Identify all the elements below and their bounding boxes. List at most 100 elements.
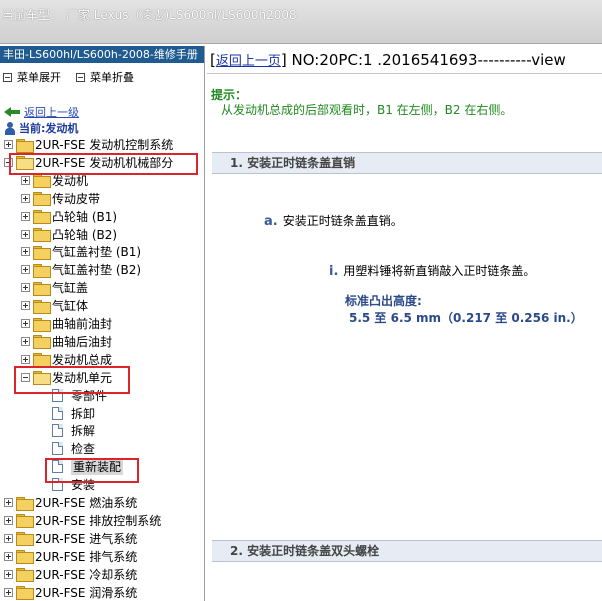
tree-item-label[interactable]: 2UR-FSE 冷却系统	[35, 566, 137, 583]
step-a: a. 安装正时链条盖直销。	[264, 212, 403, 229]
tree-item-label[interactable]: 2UR-FSE 排放控制系统	[35, 512, 161, 529]
expand-toggle-icon[interactable]	[21, 175, 30, 185]
folder-icon	[33, 263, 51, 278]
window-title: 当前车型： 厂家:Lexus（凌志)LS600hl/LS600h2008	[2, 8, 297, 22]
folder-icon	[33, 192, 51, 207]
highlight-box-mechanical	[9, 153, 198, 175]
tree-doc-item[interactable]: 拆卸	[52, 405, 95, 422]
folder-icon	[33, 281, 51, 296]
document-icon	[52, 406, 63, 420]
expand-toggle-icon[interactable]	[4, 140, 13, 149]
collapse-icon	[76, 72, 85, 82]
expand-toggle-icon[interactable]	[21, 247, 30, 257]
expand-all-button[interactable]: 菜单展开	[3, 69, 61, 85]
tree-folder-item[interactable]: 气缸盖衬垫 (B2)	[21, 261, 141, 278]
tree-folder-item[interactable]: 2UR-FSE 排气系统	[4, 548, 137, 565]
folder-icon	[16, 138, 34, 153]
expand-toggle-icon[interactable]	[21, 336, 30, 346]
expand-toggle-icon[interactable]	[21, 265, 30, 275]
menu-controls: 菜单展开 菜单折叠	[0, 63, 204, 107]
tree-folder-item[interactable]: 曲轴前油封	[21, 315, 112, 332]
expand-toggle-icon[interactable]	[21, 211, 30, 221]
highlight-box-engine-unit	[14, 366, 130, 394]
folder-icon	[33, 299, 51, 314]
current-location: 当前:发动机	[4, 120, 78, 136]
folder-icon	[33, 335, 51, 350]
expand-icon	[3, 72, 12, 82]
step-a-marker: a.	[264, 214, 278, 229]
expand-toggle-icon[interactable]	[4, 533, 13, 543]
tree-item-label[interactable]: 传动皮带	[52, 190, 100, 207]
document-icon	[52, 424, 63, 438]
expand-toggle-icon[interactable]	[4, 551, 13, 561]
tree-folder-item[interactable]: 2UR-FSE 冷却系统	[4, 566, 137, 583]
document-icon	[52, 442, 63, 456]
expand-toggle-icon[interactable]	[4, 515, 13, 525]
content-pane: [返回上一页] NO:20PC:1 .2016541693----------v…	[207, 46, 602, 601]
highlight-box-reassembly	[45, 458, 139, 483]
tree-item-label[interactable]: 2UR-FSE 发动机控制系统	[35, 136, 173, 153]
folder-icon	[16, 496, 34, 511]
tree-folder-item[interactable]: 2UR-FSE 排放控制系统	[4, 512, 161, 529]
expand-toggle-icon[interactable]	[21, 354, 30, 364]
expand-toggle-icon[interactable]	[21, 319, 30, 328]
step-i: i. 用塑料锤将新直销敲入正时链条盖。	[329, 262, 535, 279]
tree-item-label[interactable]: 2UR-FSE 燃油系统	[35, 494, 137, 511]
tree-folder-item[interactable]: 2UR-FSE 燃油系统	[4, 494, 137, 511]
tree-folder-item[interactable]: 凸轮轴 (B2)	[21, 226, 117, 243]
document-number: NO:20PC:1 .2016541693----------view	[291, 51, 566, 69]
tree-item-label[interactable]: 检查	[71, 440, 95, 457]
tree-folder-item[interactable]: 曲轴后油封	[21, 333, 112, 350]
step-i-text: 用塑料锤将新直销敲入正时链条盖。	[343, 264, 536, 278]
expand-toggle-icon[interactable]	[21, 193, 30, 203]
tree-folder-item[interactable]: 气缸盖	[21, 279, 88, 296]
left-navigation-pane: 丰田-LS600hl/LS600h-2008-维修手册 菜单展开 菜单折叠 返回…	[0, 46, 205, 601]
title-bar: 当前车型： 厂家:Lexus（凌志)LS600hl/LS600h2008	[0, 0, 602, 44]
collapse-all-button[interactable]: 菜单折叠	[76, 69, 134, 85]
expand-toggle-icon[interactable]	[21, 301, 30, 311]
back-page-link[interactable]: 返回上一页	[216, 54, 281, 69]
expand-toggle-icon[interactable]	[4, 587, 13, 597]
expand-toggle-icon[interactable]	[4, 498, 13, 507]
tree-folder-item[interactable]: 2UR-FSE 润滑系统	[4, 584, 137, 601]
tree-folder-item[interactable]: 2UR-FSE 发动机控制系统	[4, 136, 173, 153]
user-icon	[4, 121, 16, 135]
tree-item-label[interactable]: 2UR-FSE 润滑系统	[35, 584, 137, 601]
tree-item-label[interactable]: 2UR-FSE 进气系统	[35, 530, 137, 547]
back-level-link[interactable]: 返回上一级	[24, 104, 79, 120]
folder-icon	[16, 514, 34, 529]
tree-item-label[interactable]: 拆卸	[71, 405, 95, 422]
folder-icon	[33, 245, 51, 260]
back-level-row[interactable]: 返回上一级	[4, 104, 79, 120]
tree-item-label[interactable]: 气缸盖衬垫 (B2)	[52, 261, 141, 278]
expand-toggle-icon[interactable]	[21, 229, 30, 239]
section-heading-2: 2. 安装正时链条盖双头螺栓	[212, 540, 602, 562]
tree-item-label[interactable]: 曲轴后油封	[52, 333, 112, 350]
tree-item-label[interactable]: 曲轴前油封	[52, 315, 112, 332]
section-heading-1: 1. 安装正时链条盖直销	[212, 152, 602, 174]
tree-folder-item[interactable]: 气缸体	[21, 297, 88, 314]
expand-toggle-icon[interactable]	[21, 283, 30, 293]
tree-item-label[interactable]: 2UR-FSE 排气系统	[35, 548, 137, 565]
expand-all-label: 菜单展开	[17, 71, 61, 84]
tree-doc-item[interactable]: 检查	[52, 440, 95, 457]
tree-doc-item[interactable]: 拆解	[52, 422, 95, 439]
tree-folder-item[interactable]: 传动皮带	[21, 190, 100, 207]
folder-icon	[16, 586, 34, 600]
hint-text: 从发动机总成的后部观看时，B1 在左侧，B2 在右侧。	[221, 103, 513, 117]
tree-item-label[interactable]: 拆解	[71, 422, 95, 439]
tree-folder-item[interactable]: 凸轮轴 (B1)	[21, 208, 117, 225]
tree-folder-item[interactable]: 气缸盖衬垫 (B1)	[21, 243, 141, 260]
folder-icon	[16, 568, 34, 583]
back-arrow-icon	[4, 107, 20, 117]
collapse-all-label: 菜单折叠	[90, 71, 134, 84]
tree-item-label[interactable]: 气缸盖衬垫 (B1)	[52, 243, 141, 260]
tree-folder-item[interactable]: 2UR-FSE 进气系统	[4, 530, 137, 547]
tree-item-label[interactable]: 气缸体	[52, 297, 88, 314]
tree-item-label[interactable]: 凸轮轴 (B2)	[52, 226, 117, 243]
folder-icon	[33, 353, 51, 368]
tree-item-label[interactable]: 气缸盖	[52, 279, 88, 296]
step-i-marker: i.	[329, 264, 339, 279]
tree-item-label[interactable]: 凸轮轴 (B1)	[52, 208, 117, 225]
expand-toggle-icon[interactable]	[4, 569, 13, 579]
